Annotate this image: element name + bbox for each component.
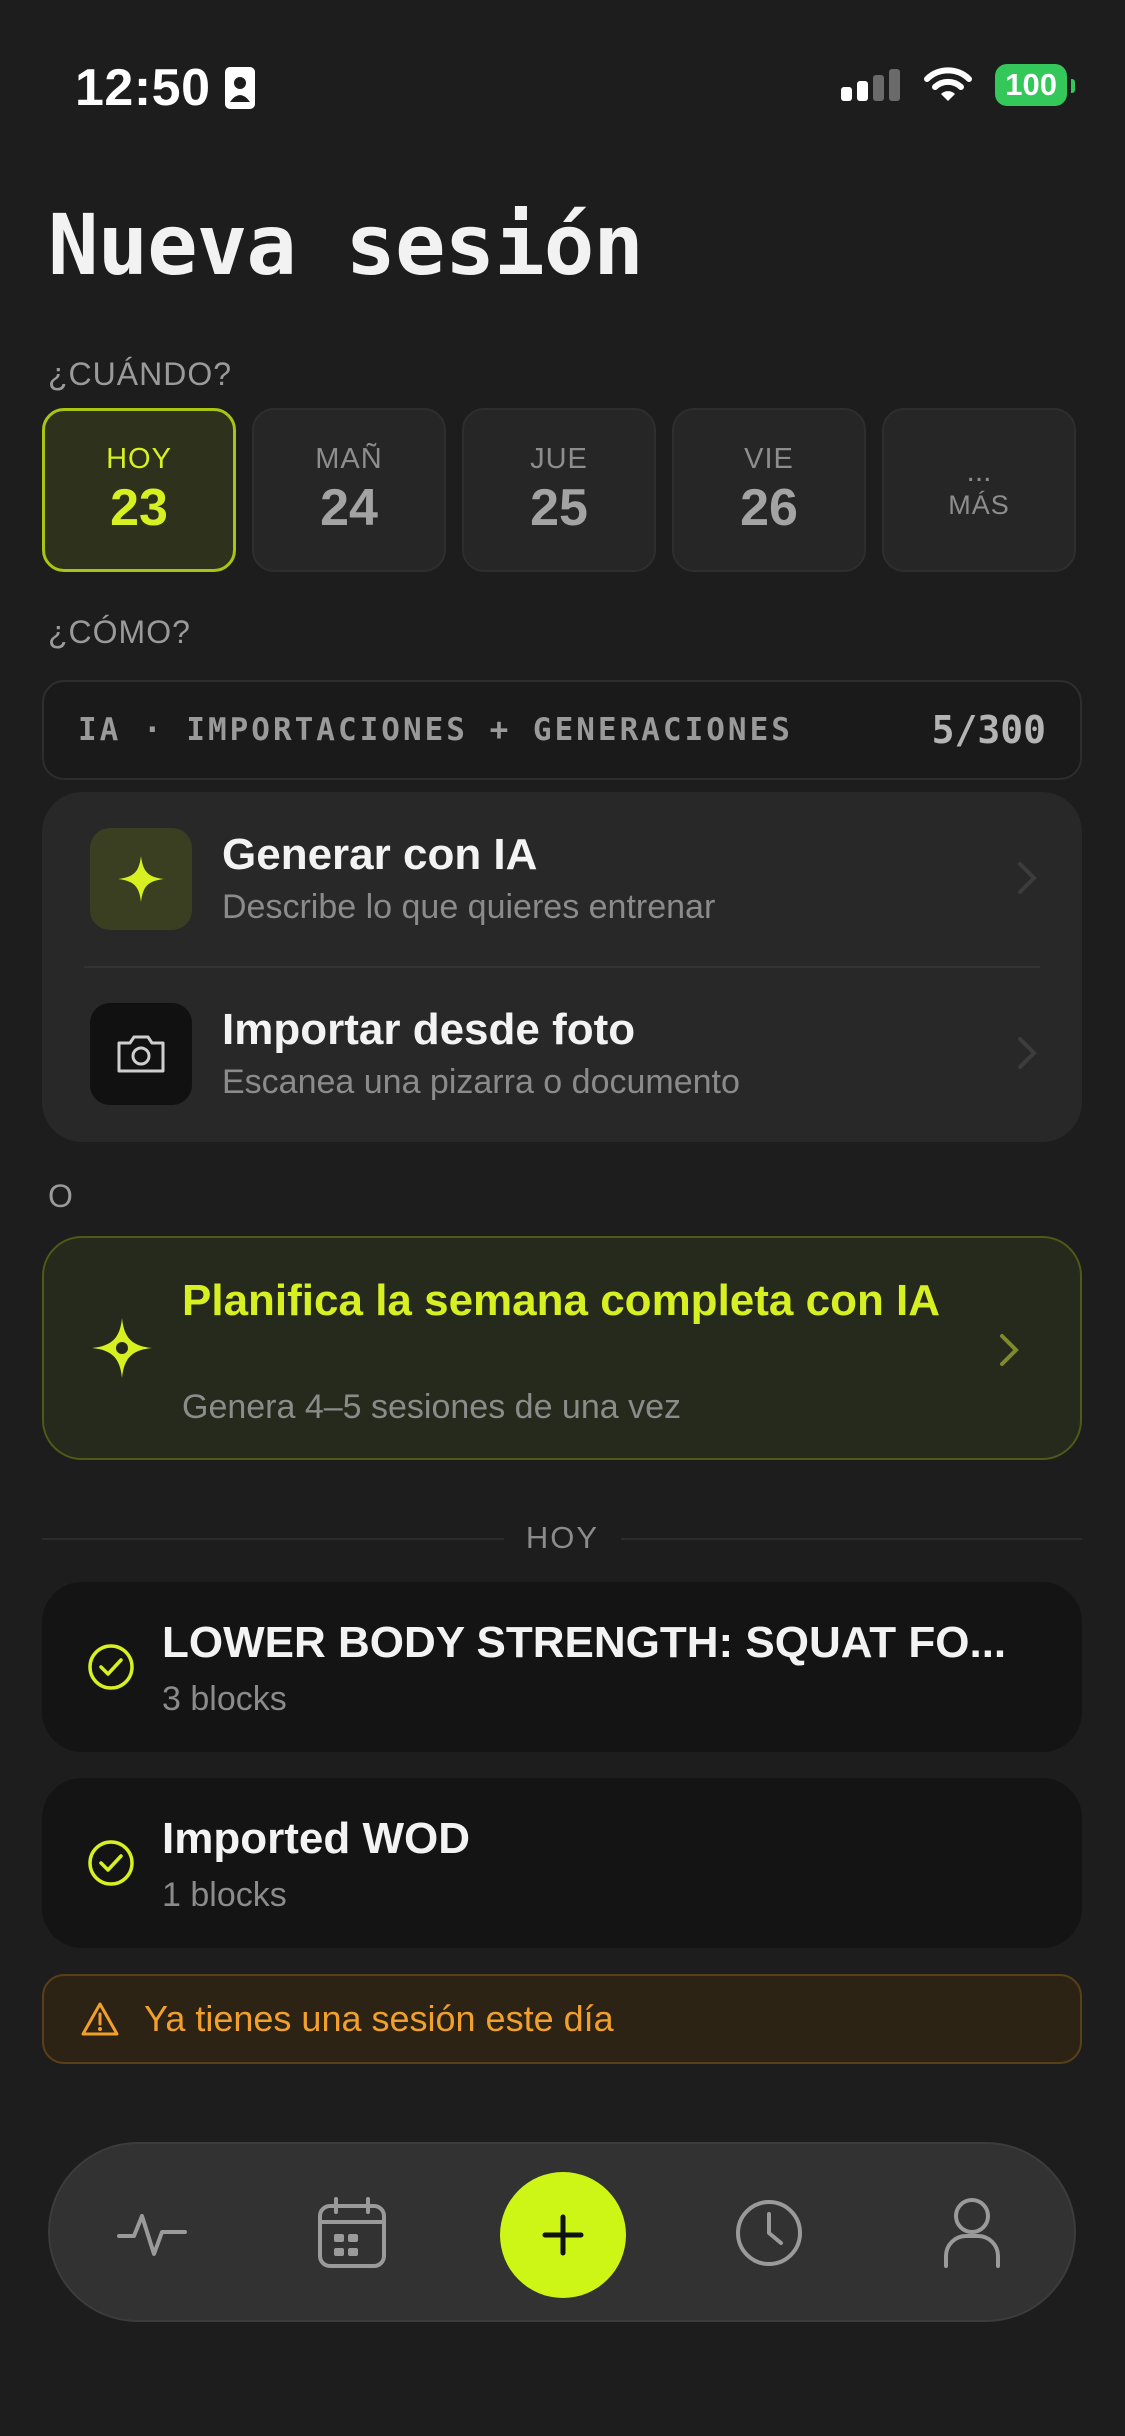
- day-chip-more[interactable]: ... MÁS: [882, 408, 1076, 572]
- chevron-right-icon: [1000, 1334, 1019, 1366]
- day-number: 25: [530, 478, 588, 537]
- session-blocks: 1 blocks: [162, 1876, 287, 1914]
- battery-indicator: 100: [995, 64, 1075, 106]
- day-number: 24: [320, 478, 378, 537]
- calendar-icon[interactable]: [316, 2196, 388, 2270]
- check-circle-icon: [88, 1644, 134, 1690]
- profile-icon[interactable]: [942, 2196, 1002, 2268]
- import-from-photo-option[interactable]: Importar desde foto Escanea una pizarra …: [42, 967, 1082, 1142]
- today-label: HOY: [503, 1520, 622, 1555]
- day-number: 23: [110, 478, 168, 537]
- quota-count: 5/300: [931, 708, 1046, 752]
- activity-icon[interactable]: [116, 2202, 188, 2266]
- check-circle-icon: [88, 1840, 134, 1886]
- option-title: Importar desde foto: [222, 1005, 636, 1054]
- page-title: Nueva sesión: [48, 196, 644, 294]
- day-chip-friday[interactable]: VIE 26: [672, 408, 866, 572]
- sim-card-icon: [225, 67, 255, 109]
- session-blocks: 3 blocks: [162, 1680, 287, 1718]
- day-picker: HOY 23 MAÑ 24 JUE 25 VIE 26 ... MÁS: [42, 408, 1076, 572]
- camera-icon: [90, 1003, 192, 1105]
- how-label: ¿CÓMO?: [48, 614, 191, 650]
- day-chip-thursday[interactable]: JUE 25: [462, 408, 656, 572]
- today-divider: HOY: [0, 1520, 1125, 1556]
- plan-week-subtitle: Genera 4–5 sesiones de una vez: [182, 1388, 682, 1426]
- cellular-signal-icon: [841, 69, 901, 101]
- day-number: 26: [740, 478, 798, 537]
- new-session-button[interactable]: [500, 2172, 626, 2298]
- ai-quota-bar: IA · IMPORTACIONES + GENERACIONES 5/300: [42, 680, 1082, 780]
- day-name: MAÑ: [315, 442, 383, 475]
- or-separator: O: [48, 1178, 73, 1214]
- day-name: VIE: [744, 442, 794, 475]
- when-label: ¿CUÁNDO?: [48, 356, 233, 392]
- generate-with-ai-option[interactable]: Generar con IA Describe lo que quieres e…: [42, 792, 1082, 967]
- status-time: 12:50: [75, 59, 211, 117]
- session-title: Imported WOD: [162, 1814, 470, 1863]
- day-chip-tomorrow[interactable]: MAÑ 24: [252, 408, 446, 572]
- session-card[interactable]: LOWER BODY STRENGTH: SQUAT FO... 3 block…: [42, 1582, 1082, 1752]
- more-label: MÁS: [948, 489, 1010, 520]
- plan-week-card[interactable]: Planifica la semana completa con IA Gene…: [42, 1236, 1082, 1460]
- option-subtitle: Escanea una pizarra o documento: [222, 1063, 740, 1101]
- chevron-right-icon: [1018, 1037, 1037, 1069]
- status-indicators: 100: [841, 64, 1075, 106]
- option-subtitle: Describe lo que quieres entrenar: [222, 888, 716, 926]
- creation-options-card: Generar con IA Describe lo que quieres e…: [42, 792, 1082, 1142]
- warning-text: Ya tienes una sesión este día: [144, 1998, 614, 2039]
- sparkles-icon: [92, 1318, 152, 1378]
- warning-banner: Ya tienes una sesión este día: [42, 1974, 1082, 2064]
- wifi-icon: [924, 67, 973, 101]
- plan-week-title: Planifica la semana completa con IA: [182, 1276, 941, 1325]
- session-title: LOWER BODY STRENGTH: SQUAT FO...: [162, 1618, 1007, 1667]
- session-card[interactable]: Imported WOD 1 blocks: [42, 1778, 1082, 1948]
- day-name: HOY: [106, 442, 172, 475]
- warning-icon: [81, 2002, 119, 2036]
- more-dots: ...: [966, 454, 992, 488]
- chevron-right-icon: [1018, 862, 1037, 894]
- day-chip-today[interactable]: HOY 23: [42, 408, 236, 572]
- option-title: Generar con IA: [222, 830, 538, 879]
- clock-icon[interactable]: [734, 2198, 804, 2268]
- day-name: JUE: [530, 442, 588, 475]
- plus-icon: [542, 2214, 584, 2256]
- quota-label: IA · IMPORTACIONES + GENERACIONES: [78, 712, 793, 748]
- sparkle-icon: [90, 828, 192, 930]
- tab-bar: [48, 2142, 1076, 2322]
